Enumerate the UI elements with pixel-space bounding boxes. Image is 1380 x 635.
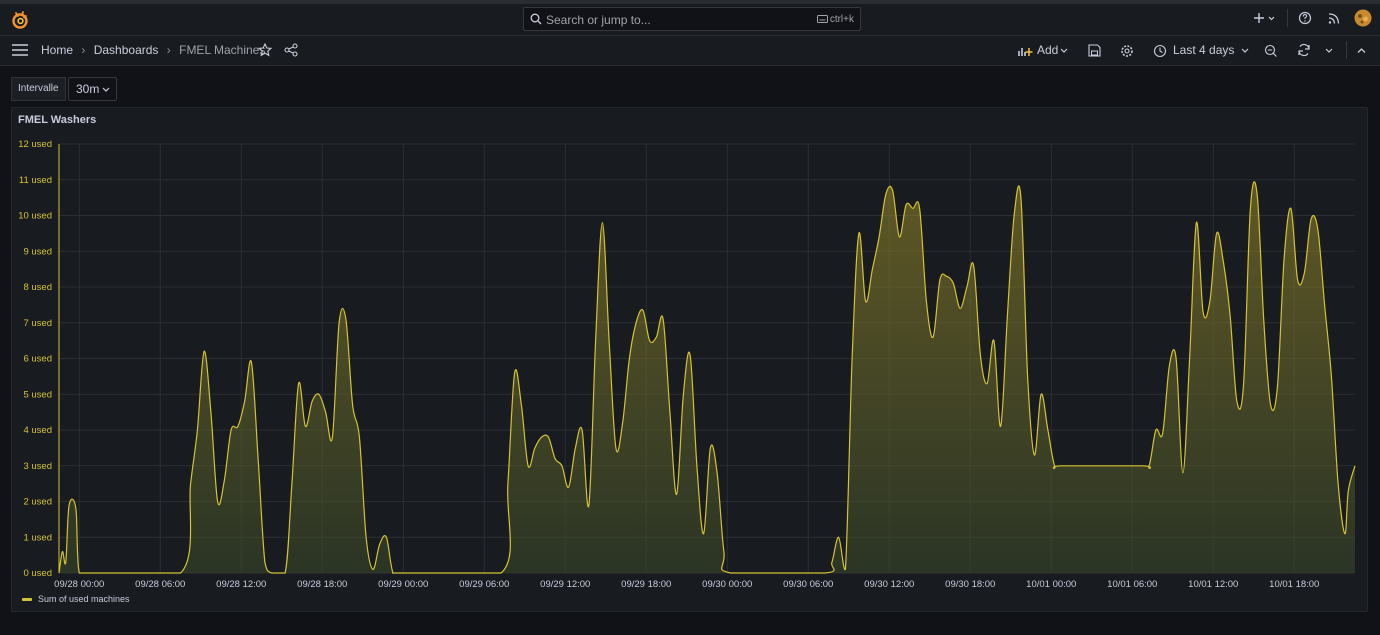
x-tick-label: 09/30 18:00: [945, 579, 995, 588]
collapse-chevron-up-icon[interactable]: [1357, 47, 1366, 54]
chevron-down-icon: [1241, 48, 1249, 53]
settings-gear-icon[interactable]: [1120, 44, 1134, 58]
x-tick-label: 09/28 18:00: [297, 579, 347, 588]
chevron-down-icon: [102, 87, 110, 92]
interval-variable-select[interactable]: 30m: [68, 77, 117, 101]
breadcrumb-separator: ›: [81, 43, 86, 57]
grafana-logo-icon[interactable]: [10, 10, 30, 30]
x-tick-label: 09/29 00:00: [378, 579, 428, 588]
interval-variable-value: 30m: [76, 82, 100, 96]
time-series-chart[interactable]: 0 used 1 used 2 used 3 used 4 used 5 used 6 us…: [12, 108, 1367, 588]
save-icon[interactable]: [1088, 44, 1101, 57]
x-tick-label: 09/29 06:00: [459, 579, 509, 588]
y-tick-label: 3 used: [23, 461, 52, 472]
x-tick-label: 09/29 18:00: [621, 579, 671, 588]
breadcrumb-dashboards[interactable]: Dashboards: [94, 43, 159, 57]
zoom-out-icon[interactable]: [1264, 44, 1278, 58]
x-tick-label: 09/30 06:00: [783, 579, 833, 588]
topbar-divider: [1287, 9, 1288, 27]
refresh-icon[interactable]: [1297, 43, 1311, 57]
user-avatar[interactable]: [1354, 9, 1372, 27]
refresh-interval-chevron-icon[interactable]: [1325, 48, 1333, 54]
breadcrumb-separator: ›: [166, 43, 171, 57]
x-axis: 09/28 00:00 09/28 06:00 09/28 12:00 09/28 1…: [54, 579, 1319, 588]
y-tick-label: 1 used: [23, 532, 52, 543]
y-tick-label: 12 used: [18, 139, 52, 150]
x-tick-label: 09/29 12:00: [540, 579, 590, 588]
y-tick-label: 9 used: [23, 246, 52, 257]
top-bar: Search or jump to... ctrl+k: [0, 0, 1380, 36]
x-tick-label: 10/01 06:00: [1107, 579, 1157, 588]
keyboard-icon: [816, 15, 828, 23]
y-tick-label: 7 used: [23, 318, 52, 329]
x-tick-label: 10/01 00:00: [1026, 579, 1076, 588]
search-input[interactable]: Search or jump to... ctrl+k: [523, 7, 861, 31]
x-tick-label: 09/28 12:00: [216, 579, 266, 588]
x-tick-label: 09/30 00:00: [702, 579, 752, 588]
search-shortcut: ctrl+k: [816, 14, 854, 25]
navbar-divider: [1346, 41, 1347, 59]
breadcrumb: Home › Dashboards › FMEL Machines: [41, 43, 265, 57]
x-tick-label: 10/01 18:00: [1269, 579, 1319, 588]
add-button[interactable]: Add: [1017, 36, 1072, 66]
y-tick-label: 0 used: [23, 568, 52, 579]
legend-label: Sum of used machines: [38, 594, 130, 604]
x-tick-label: 09/30 12:00: [864, 579, 914, 588]
y-tick-label: 11 used: [19, 175, 52, 186]
add-panel-icon: [1018, 48, 1033, 56]
time-range-picker[interactable]: Last 4 days: [1150, 36, 1254, 66]
search-shortcut-text: ctrl+k: [829, 14, 854, 25]
chart-panel: FMEL Washers 0 used 1 used 2 used 3 used 4 u…: [11, 107, 1368, 612]
breadcrumb-home[interactable]: Home: [41, 43, 73, 57]
new-plus-icon[interactable]: [1253, 10, 1277, 26]
y-tick-label: 5 used: [23, 389, 52, 400]
menu-hamburger-icon[interactable]: [12, 44, 28, 56]
y-axis: 0 used 1 used 2 used 3 used 4 used 5 used 6 us…: [18, 139, 52, 579]
share-icon[interactable]: [284, 43, 298, 57]
y-tick-label: 4 used: [23, 425, 52, 436]
x-tick-label: 09/28 06:00: [135, 579, 185, 588]
legend-item[interactable]: Sum of used machines: [22, 594, 130, 604]
add-button-label: Add: [1037, 43, 1059, 57]
y-tick-label: 10 used: [18, 211, 52, 222]
x-tick-label: 09/28 00:00: [54, 579, 104, 588]
help-icon[interactable]: [1298, 10, 1312, 26]
breadcrumb-bar: Home › Dashboards › FMEL Machines Add La…: [0, 36, 1380, 66]
legend-swatch: [22, 598, 32, 602]
search-placeholder: Search or jump to...: [546, 13, 651, 27]
breadcrumb-current: FMEL Machines: [179, 43, 266, 57]
star-icon[interactable]: [258, 43, 272, 57]
chevron-down-icon: [1060, 48, 1068, 53]
y-tick-label: 2 used: [23, 497, 52, 508]
clock-icon: [1153, 44, 1167, 58]
x-tick-label: 10/01 12:00: [1188, 579, 1238, 588]
time-range-label: Last 4 days: [1173, 43, 1235, 57]
search-icon: [530, 13, 542, 25]
news-rss-icon[interactable]: [1327, 10, 1341, 26]
y-tick-label: 8 used: [23, 282, 52, 293]
y-tick-label: 6 used: [23, 354, 52, 365]
interval-variable-label: Intervalle: [11, 77, 66, 101]
